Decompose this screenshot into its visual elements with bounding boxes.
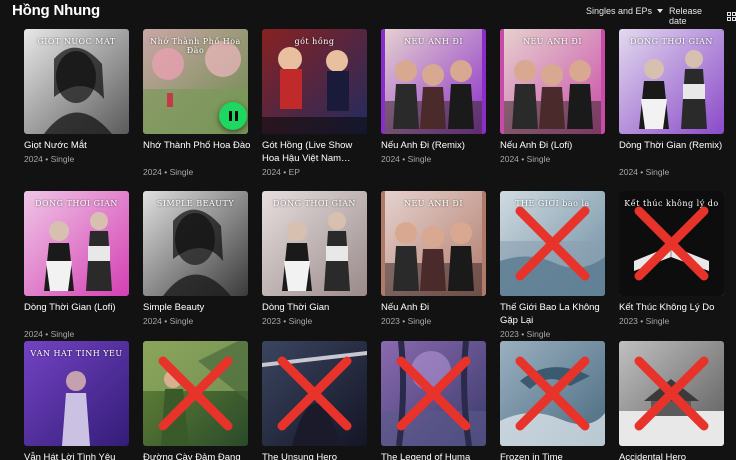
- album-title[interactable]: The Legend of Huma: [381, 451, 491, 460]
- album-card[interactable]: THẾ GIỚI bao la Thế Giới Bao La Không Gặ…: [500, 191, 605, 341]
- album-title[interactable]: Dòng Thời Gian: [262, 301, 372, 314]
- album-title[interactable]: Simple Beauty: [143, 301, 253, 314]
- cover-text: DÒNG THỜI GIAN: [35, 199, 118, 208]
- unavailable-x-icon: [515, 206, 590, 281]
- album-card[interactable]: Nhớ Thành Phố Hoa Đào Nhớ Thành Phố Hoa Đ…: [143, 29, 250, 179]
- grid-view-icon[interactable]: [727, 11, 736, 21]
- page-header: Hồng Nhung Singles and EPs Release date: [0, 0, 736, 26]
- album-card[interactable]: NẾU ANH ĐI Nếu Anh Đi 2023 • Single: [381, 191, 486, 341]
- unavailable-x-icon: [634, 206, 709, 281]
- album-card[interactable]: The Legend of Huma: [381, 341, 486, 460]
- cover-text: SIMPLE BEAUTY: [156, 199, 235, 208]
- album-meta: 2024 • Single: [143, 316, 194, 326]
- album-card[interactable]: Frozen in Time: [500, 341, 605, 460]
- pause-icon: [234, 111, 238, 121]
- unavailable-x-icon: [634, 356, 709, 431]
- album-title[interactable]: Accidental Hero: [619, 451, 729, 460]
- album-title[interactable]: Kết Thúc Không Lý Do: [619, 301, 729, 314]
- cover-text: DÒNG THỜI GIAN: [273, 199, 356, 208]
- cover-text: DÒNG THỜI GIAN: [630, 37, 713, 46]
- cover-text: VẪN HÁT TÌNH YÊU: [30, 349, 123, 358]
- cover-text: NẾU ANH ĐI: [403, 199, 464, 208]
- album-title[interactable]: Vẫn Hát Lời Tình Yêu: [24, 451, 134, 460]
- pause-button[interactable]: [219, 102, 247, 130]
- album-meta: 2024 • Single: [143, 167, 194, 177]
- album-cover[interactable]: NẾU ANH ĐI: [381, 29, 486, 134]
- artist-name[interactable]: Hồng Nhung: [12, 2, 100, 19]
- unavailable-x-icon: [396, 356, 471, 431]
- album-title[interactable]: Nếu Anh Đi: [381, 301, 491, 314]
- album-card[interactable]: Đường Cày Đảm Đang: [143, 341, 248, 460]
- album-meta: 2024 • Single: [24, 329, 75, 339]
- album-meta: 2023 • Single: [381, 316, 432, 326]
- album-card[interactable]: DÒNG THỜI GIAN Dòng Thời Gian 2023 • Singl…: [262, 191, 367, 341]
- album-card[interactable]: VẪN HÁT TÌNH YÊU Vẫn Hát Lời Tình Yêu: [24, 341, 129, 460]
- album-cover[interactable]: DÒNG THỜI GIAN: [262, 191, 367, 296]
- album-card[interactable]: Accidental Hero: [619, 341, 724, 460]
- album-cover[interactable]: DÒNG THỜI GIAN: [24, 191, 129, 296]
- album-meta: 2024 • EP: [262, 167, 300, 177]
- chevron-down-icon: [657, 9, 664, 13]
- album-cover[interactable]: [500, 341, 605, 446]
- album-cover[interactable]: NẾU ANH ĐI: [500, 29, 605, 134]
- album-title[interactable]: Dòng Thời Gian (Lofi): [24, 301, 134, 314]
- album-cover[interactable]: [262, 341, 367, 446]
- album-title[interactable]: Đường Cày Đảm Đang: [143, 451, 253, 460]
- album-cover[interactable]: DÒNG THỜI GIAN: [619, 29, 724, 134]
- album-cover[interactable]: Nhớ Thành Phố Hoa Đào: [143, 29, 248, 134]
- album-card[interactable]: DÒNG THỜI GIAN Dòng Thời Gian (Lofi) 2024 …: [24, 191, 129, 341]
- album-card[interactable]: GIOT NUOC MAT Giọt Nước Mắt 2024 • Single: [24, 29, 129, 179]
- album-cover[interactable]: THẾ GIỚI bao la: [500, 191, 605, 296]
- cover-text: NẾU ANH ĐI: [522, 37, 583, 46]
- album-cover[interactable]: [619, 341, 724, 446]
- album-cover[interactable]: Kết thúc không lý do: [619, 191, 724, 296]
- album-title[interactable]: Giọt Nước Mắt: [24, 139, 134, 152]
- album-card[interactable]: NẾU ANH ĐI Nếu Anh Đi (Remix) 2024 • Singl…: [381, 29, 486, 179]
- album-cover[interactable]: NẾU ANH ĐI: [381, 191, 486, 296]
- album-card[interactable]: DÒNG THỜI GIAN Dòng Thời Gian (Remix) 2024…: [619, 29, 724, 179]
- sort-label: Release date: [669, 6, 703, 26]
- album-title[interactable]: Nếu Anh Đi (Remix): [381, 139, 491, 152]
- album-cover[interactable]: GIOT NUOC MAT: [24, 29, 129, 134]
- cover-text: GIOT NUOC MAT: [37, 37, 116, 46]
- cover-text: NẾU ANH ĐI: [403, 37, 464, 46]
- cover-text: gót hồng: [294, 37, 335, 46]
- album-card[interactable]: gót hồng Gót Hồng (Live Show Hoa Hậu Việt…: [262, 29, 367, 179]
- unavailable-x-icon: [158, 356, 233, 431]
- cover-text: Nhớ Thành Phố Hoa Đào: [150, 37, 241, 55]
- album-title[interactable]: Nếu Anh Đi (Lofi): [500, 139, 610, 152]
- album-card[interactable]: NẾU ANH ĐI Nếu Anh Đi (Lofi) 2024 • Single: [500, 29, 605, 179]
- album-meta: 2024 • Single: [381, 154, 432, 164]
- album-meta: 2023 • Single: [500, 329, 551, 339]
- album-cover[interactable]: VẪN HÁT TÌNH YÊU: [24, 341, 129, 446]
- unavailable-x-icon: [277, 356, 352, 431]
- album-meta: 2023 • Single: [262, 316, 313, 326]
- filter-label: Singles and EPs: [586, 6, 653, 16]
- album-cover[interactable]: [381, 341, 486, 446]
- album-meta: 2023 • Single: [619, 316, 670, 326]
- album-meta: 2024 • Single: [619, 167, 670, 177]
- album-title[interactable]: The Unsung Hero: [262, 451, 372, 460]
- album-meta: 2024 • Single: [500, 154, 551, 164]
- album-title[interactable]: Nhớ Thành Phố Hoa Đào: [143, 139, 253, 152]
- album-title[interactable]: Frozen in Time: [500, 451, 610, 460]
- album-title[interactable]: Thế Giới Bao La Không Gặp Lại: [500, 301, 610, 327]
- unavailable-x-icon: [515, 356, 590, 431]
- album-cover[interactable]: SIMPLE BEAUTY: [143, 191, 248, 296]
- pause-icon: [228, 111, 232, 121]
- album-cover[interactable]: gót hồng: [262, 29, 367, 134]
- sort-button[interactable]: Release date: [669, 6, 736, 26]
- album-card[interactable]: SIMPLE BEAUTY Simple Beauty 2024 • Single: [143, 191, 248, 341]
- album-title[interactable]: Dòng Thời Gian (Remix): [619, 139, 729, 152]
- album-meta: 2024 • Single: [24, 154, 75, 164]
- album-card[interactable]: Kết thúc không lý do Kết Thúc Không Lý D…: [619, 191, 724, 341]
- album-card[interactable]: The Unsung Hero: [262, 341, 367, 460]
- album-title[interactable]: Gót Hồng (Live Show Hoa Hậu Việt Nam…: [262, 139, 372, 165]
- album-cover[interactable]: [143, 341, 248, 446]
- filter-dropdown[interactable]: Singles and EPs: [586, 6, 664, 16]
